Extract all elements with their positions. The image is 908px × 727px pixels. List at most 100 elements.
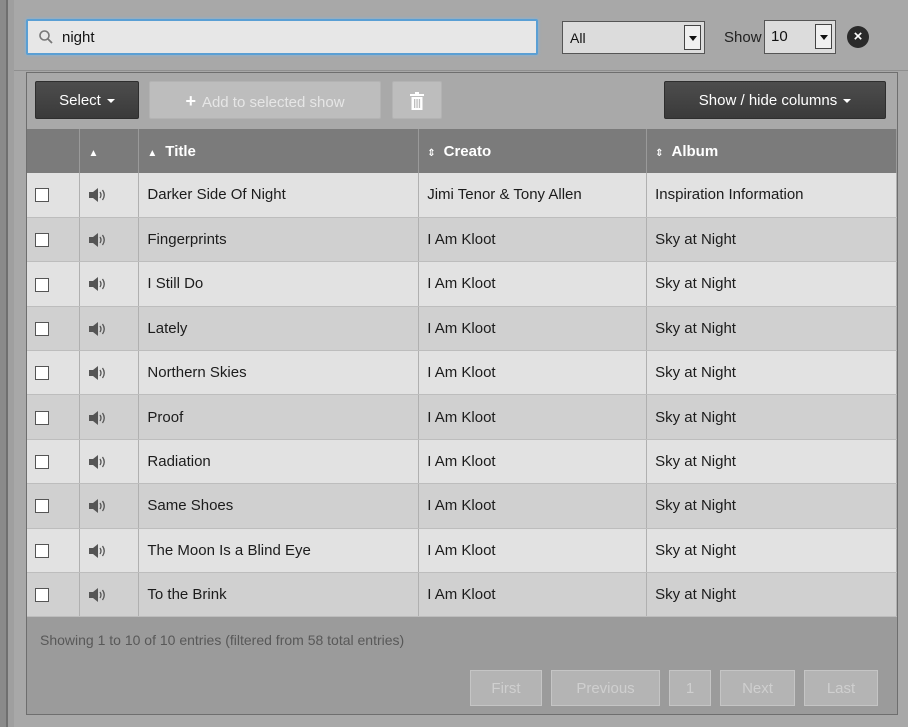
title-cell: Lately	[138, 306, 420, 352]
creator-cell: Jimi Tenor & Tony Allen	[418, 173, 648, 218]
preview-cell[interactable]	[79, 483, 140, 529]
creator-column-header[interactable]: ⇕ Creato	[418, 129, 648, 173]
creator-cell: I Am Kloot	[418, 261, 648, 307]
page-size-select[interactable]: 10	[764, 20, 836, 54]
row-checkbox[interactable]	[35, 188, 49, 203]
row-checkbox[interactable]	[35, 543, 49, 558]
add-to-show-button[interactable]: + Add to selected show	[149, 81, 381, 119]
preview-cell[interactable]	[79, 350, 140, 396]
table-row[interactable]: The Moon Is a Blind Eye I Am Kloot Sky a…	[27, 528, 897, 574]
creator-cell: I Am Kloot	[418, 306, 648, 352]
trash-icon	[410, 92, 424, 111]
row-checkbox-cell[interactable]	[27, 528, 81, 574]
search-input[interactable]	[62, 26, 522, 48]
row-checkbox[interactable]	[35, 455, 49, 470]
creator-cell: I Am Kloot	[418, 483, 648, 529]
title-column-header[interactable]: ▲ Title	[138, 129, 420, 173]
speaker-icon[interactable]	[88, 410, 108, 426]
row-checkbox-cell[interactable]	[27, 173, 81, 218]
last-page-button[interactable]: Last	[804, 670, 878, 706]
row-checkbox[interactable]	[35, 277, 49, 292]
table-row[interactable]: Proof I Am Kloot Sky at Night	[27, 394, 897, 440]
row-checkbox-cell[interactable]	[27, 306, 81, 352]
row-checkbox-cell[interactable]	[27, 217, 81, 263]
row-checkbox[interactable]	[35, 499, 49, 514]
table-row[interactable]: Same Shoes I Am Kloot Sky at Night	[27, 483, 897, 529]
album-cell: Sky at Night	[646, 572, 897, 618]
title-cell: Northern Skies	[138, 350, 420, 396]
speaker-icon[interactable]	[88, 587, 108, 603]
speaker-icon[interactable]	[88, 365, 108, 381]
preview-cell[interactable]	[79, 306, 140, 352]
previous-page-button[interactable]: Previous	[551, 670, 660, 706]
title-cell: I Still Do	[138, 261, 420, 307]
speaker-icon[interactable]	[88, 276, 108, 292]
row-checkbox-cell[interactable]	[27, 261, 81, 307]
album-cell: Inspiration Information	[646, 173, 897, 218]
album-column-header[interactable]: ⇕ Album	[646, 129, 897, 173]
sort-icon: ⇕	[655, 147, 664, 159]
speaker-icon[interactable]	[88, 321, 108, 337]
row-checkbox[interactable]	[35, 588, 49, 603]
speaker-icon[interactable]	[88, 232, 108, 248]
title-cell: To the Brink	[138, 572, 420, 618]
show-hide-columns-button[interactable]: Show / hide columns	[664, 81, 886, 119]
table-row[interactable]: Lately I Am Kloot Sky at Night	[27, 306, 897, 352]
preview-cell[interactable]	[79, 439, 140, 485]
page-1-button[interactable]: 1	[669, 670, 711, 706]
select-button[interactable]: Select	[35, 81, 139, 119]
table-row[interactable]: To the Brink I Am Kloot Sky at Night	[27, 572, 897, 618]
speaker-icon[interactable]	[88, 543, 108, 559]
creator-cell: I Am Kloot	[418, 572, 648, 618]
chevron-down-icon[interactable]	[684, 25, 701, 50]
pagination: First Previous 1 Next Last	[27, 670, 897, 706]
album-cell: Sky at Night	[646, 350, 897, 396]
first-page-button[interactable]: First	[470, 670, 542, 706]
checkbox-column-header	[27, 129, 81, 173]
table-row[interactable]: I Still Do I Am Kloot Sky at Night	[27, 261, 897, 307]
table-row[interactable]: Fingerprints I Am Kloot Sky at Night	[27, 217, 897, 263]
preview-cell[interactable]	[79, 173, 140, 218]
select-button-label: Select	[59, 92, 101, 109]
search-icon	[39, 30, 53, 44]
row-checkbox-cell[interactable]	[27, 572, 81, 618]
creator-cell: I Am Kloot	[418, 528, 648, 574]
row-checkbox-cell[interactable]	[27, 394, 81, 440]
next-page-button[interactable]: Next	[720, 670, 795, 706]
album-cell: Sky at Night	[646, 528, 897, 574]
creator-cell: I Am Kloot	[418, 394, 648, 440]
chevron-down-icon	[843, 99, 852, 104]
row-checkbox[interactable]	[35, 321, 49, 336]
table-row[interactable]: Northern Skies I Am Kloot Sky at Night	[27, 350, 897, 396]
speaker-icon[interactable]	[88, 498, 108, 514]
row-checkbox[interactable]	[35, 410, 49, 425]
row-checkbox[interactable]	[35, 366, 49, 381]
row-checkbox-cell[interactable]	[27, 483, 81, 529]
preview-cell[interactable]	[79, 572, 140, 618]
title-cell: Proof	[138, 394, 420, 440]
delete-button[interactable]	[392, 81, 442, 119]
preview-cell[interactable]	[79, 394, 140, 440]
album-column-label: Album	[671, 142, 719, 160]
table-row[interactable]: Darker Side Of Night Jimi Tenor & Tony A…	[27, 173, 897, 218]
preview-cell[interactable]	[79, 217, 140, 263]
close-icon[interactable]: ×	[847, 26, 869, 48]
row-checkbox-cell[interactable]	[27, 350, 81, 396]
sort-icon: ▲	[88, 147, 99, 159]
speaker-icon[interactable]	[88, 454, 108, 470]
filter-select[interactable]: All	[562, 21, 705, 54]
library-panel: All Show 10 × Select + Add to selected sh…	[14, 0, 908, 727]
preview-cell[interactable]	[79, 261, 140, 307]
search-box[interactable]	[26, 19, 538, 55]
tracks-table: ▲ ▲ Title ⇕ Creato ⇕ Album Darker Side Of N…	[27, 129, 897, 618]
chevron-down-icon[interactable]	[815, 24, 832, 49]
table-row[interactable]: Radiation I Am Kloot Sky at Night	[27, 439, 897, 485]
row-checkbox-cell[interactable]	[27, 439, 81, 485]
title-cell: Darker Side Of Night	[138, 173, 420, 218]
row-checkbox[interactable]	[35, 233, 49, 248]
preview-column-header[interactable]: ▲	[79, 129, 140, 173]
preview-cell[interactable]	[79, 528, 140, 574]
speaker-icon[interactable]	[88, 187, 108, 203]
table-toolbar: Select + Add to selected show Show / hide…	[27, 73, 897, 129]
table-header-row: ▲ ▲ Title ⇕ Creato ⇕ Album	[27, 129, 897, 173]
